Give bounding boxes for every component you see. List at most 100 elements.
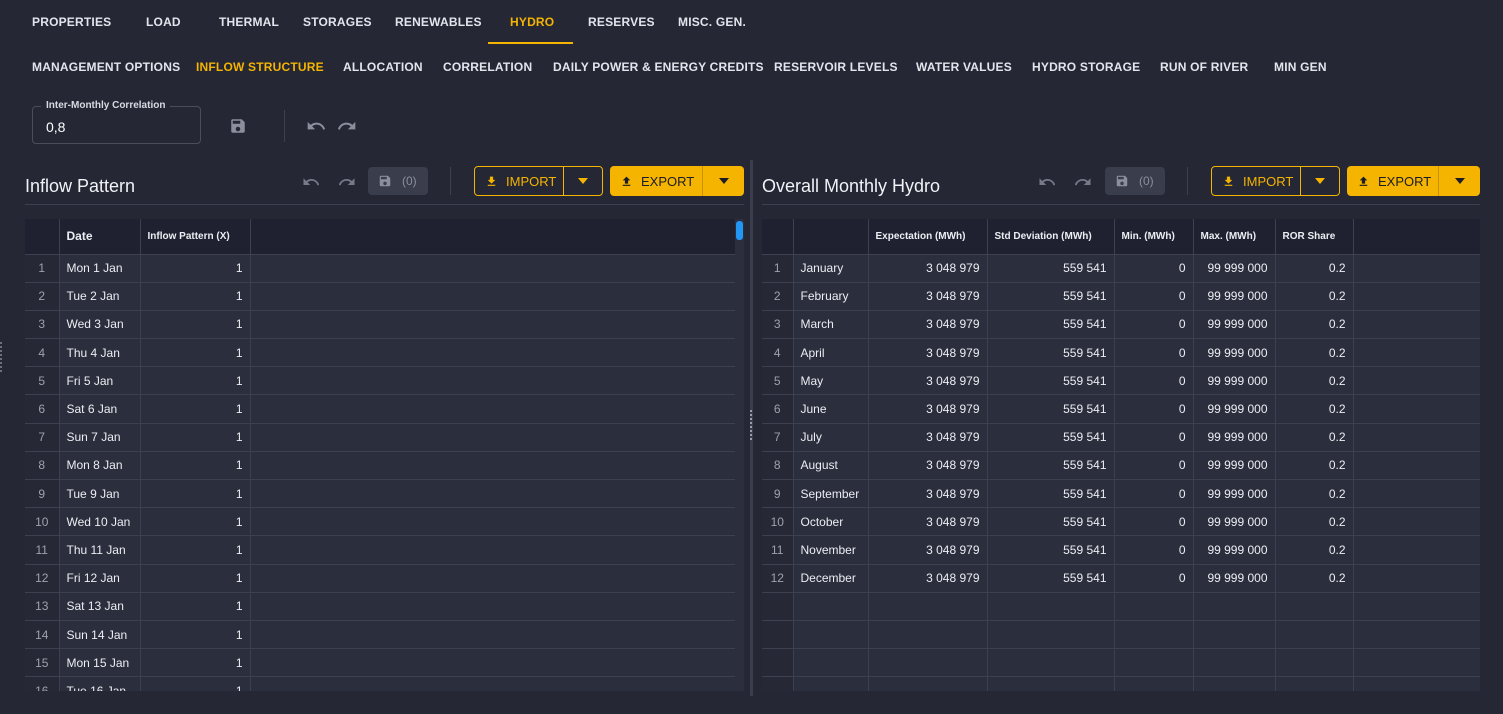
expectation-cell[interactable]: 3 048 979 (868, 451, 988, 481)
subtab-correlation[interactable]: CORRELATION (443, 60, 532, 74)
min-cell[interactable]: 0 (1114, 366, 1194, 396)
redo-icon[interactable] (335, 114, 359, 138)
subtab-management-options[interactable]: MANAGEMENT OPTIONS (32, 60, 180, 74)
inflow-pattern-cell[interactable]: 1 (140, 648, 251, 678)
subtab-run-of-river[interactable]: RUN OF RIVER (1160, 60, 1248, 74)
undo-icon[interactable] (304, 114, 328, 138)
expectation-cell[interactable]: 3 048 979 (868, 366, 988, 396)
min-cell[interactable]: 0 (1114, 451, 1194, 481)
std-deviation-cell[interactable]: 559 541 (987, 479, 1115, 509)
max-cell[interactable]: 99 999 000 (1193, 535, 1276, 565)
inflow-pattern-cell[interactable]: 1 (140, 423, 251, 452)
date-cell[interactable]: Fri 5 Jan (59, 366, 141, 396)
save-changes-button[interactable]: (0) (1105, 167, 1165, 195)
inflow-pattern-cell[interactable]: 1 (140, 479, 251, 509)
std-deviation-cell[interactable]: 559 541 (987, 338, 1115, 368)
std-deviation-cell[interactable]: 559 541 (987, 310, 1115, 340)
column-header-min[interactable]: Min. (MWh) (1114, 219, 1194, 255)
import-menu-toggle[interactable] (1300, 167, 1339, 195)
tab-thermal[interactable]: THERMAL (219, 15, 279, 29)
date-cell[interactable]: Mon 1 Jan (59, 254, 141, 283)
max-cell[interactable]: 99 999 000 (1193, 338, 1276, 368)
tab-properties[interactable]: PROPERTIES (32, 15, 111, 29)
date-cell[interactable]: Thu 11 Jan (59, 535, 141, 565)
vertical-scrollbar[interactable] (735, 219, 744, 691)
max-cell[interactable]: 99 999 000 (1193, 366, 1276, 396)
std-deviation-cell[interactable]: 559 541 (987, 282, 1115, 311)
inflow-pattern-cell[interactable]: 1 (140, 366, 251, 396)
column-header-std-deviation[interactable]: Std Deviation (MWh) (987, 219, 1115, 255)
inflow-pattern-cell[interactable]: 1 (140, 310, 251, 340)
month-cell[interactable]: June (793, 394, 869, 424)
export-button[interactable]: EXPORT (1347, 166, 1480, 196)
correlation-input[interactable] (46, 119, 186, 135)
min-cell[interactable]: 0 (1114, 394, 1194, 424)
redo-icon[interactable] (1072, 171, 1094, 193)
expectation-cell[interactable]: 3 048 979 (868, 423, 988, 452)
expectation-cell[interactable]: 3 048 979 (868, 254, 988, 283)
subtab-min-gen[interactable]: MIN GEN (1274, 60, 1327, 74)
ror-share-cell[interactable]: 0.2 (1275, 338, 1354, 368)
scrollbar-thumb[interactable] (736, 221, 743, 240)
splitter-handle[interactable] (750, 410, 753, 442)
column-header-expectation[interactable]: Expectation (MWh) (868, 219, 988, 255)
import-main[interactable]: IMPORT (1212, 167, 1300, 195)
date-cell[interactable]: Sat 6 Jan (59, 394, 141, 424)
inflow-pattern-cell[interactable]: 1 (140, 564, 251, 593)
max-cell[interactable]: 99 999 000 (1193, 507, 1276, 537)
inflow-pattern-cell[interactable]: 1 (140, 620, 251, 650)
max-cell[interactable]: 99 999 000 (1193, 282, 1276, 311)
inflow-pattern-cell[interactable]: 1 (140, 507, 251, 537)
sidebar-resize-handle[interactable] (0, 342, 2, 374)
max-cell[interactable]: 99 999 000 (1193, 310, 1276, 340)
std-deviation-cell[interactable]: 559 541 (987, 394, 1115, 424)
expectation-cell[interactable]: 3 048 979 (868, 338, 988, 368)
ror-share-cell[interactable]: 0.2 (1275, 535, 1354, 565)
date-cell[interactable]: Thu 4 Jan (59, 338, 141, 368)
subtab-water-values[interactable]: WATER VALUES (916, 60, 1012, 74)
tab-renewables[interactable]: RENEWABLES (395, 15, 482, 29)
subtab-daily-power-energy-credits[interactable]: DAILY POWER & ENERGY CREDITS (553, 60, 764, 74)
std-deviation-cell[interactable]: 559 541 (987, 535, 1115, 565)
min-cell[interactable]: 0 (1114, 423, 1194, 452)
date-cell[interactable]: Sat 13 Jan (59, 592, 141, 621)
column-header-ror-share[interactable]: ROR Share (1275, 219, 1354, 255)
subtab-inflow-structure[interactable]: INFLOW STRUCTURE (196, 60, 324, 74)
date-cell[interactable]: Wed 10 Jan (59, 507, 141, 537)
column-header-date[interactable]: Date (59, 219, 141, 255)
column-header-month[interactable] (793, 219, 869, 255)
undo-icon[interactable] (300, 171, 322, 193)
inflow-pattern-cell[interactable]: 1 (140, 338, 251, 368)
month-cell[interactable]: August (793, 451, 869, 481)
date-cell[interactable]: Mon 15 Jan (59, 648, 141, 678)
import-button[interactable]: IMPORT (1211, 166, 1340, 196)
tab-misc-gen[interactable]: MISC. GEN. (678, 15, 746, 29)
month-cell[interactable]: December (793, 564, 869, 593)
inflow-pattern-cell[interactable]: 1 (140, 451, 251, 481)
date-cell[interactable]: Mon 8 Jan (59, 451, 141, 481)
std-deviation-cell[interactable]: 559 541 (987, 507, 1115, 537)
import-button[interactable]: IMPORT (474, 166, 603, 196)
subtab-allocation[interactable]: ALLOCATION (343, 60, 423, 74)
max-cell[interactable]: 99 999 000 (1193, 564, 1276, 593)
date-cell[interactable]: Sun 14 Jan (59, 620, 141, 650)
date-cell[interactable]: Fri 12 Jan (59, 564, 141, 593)
inflow-pattern-cell[interactable]: 1 (140, 282, 251, 311)
undo-icon[interactable] (1036, 171, 1058, 193)
save-icon[interactable] (226, 114, 250, 138)
month-cell[interactable]: January (793, 254, 869, 283)
month-cell[interactable]: November (793, 535, 869, 565)
max-cell[interactable]: 99 999 000 (1193, 254, 1276, 283)
max-cell[interactable]: 99 999 000 (1193, 394, 1276, 424)
month-cell[interactable]: July (793, 423, 869, 452)
expectation-cell[interactable]: 3 048 979 (868, 564, 988, 593)
expectation-cell[interactable]: 3 048 979 (868, 310, 988, 340)
export-main[interactable]: EXPORT (1347, 166, 1438, 196)
expectation-cell[interactable]: 3 048 979 (868, 282, 988, 311)
ror-share-cell[interactable]: 0.2 (1275, 254, 1354, 283)
min-cell[interactable]: 0 (1114, 282, 1194, 311)
min-cell[interactable]: 0 (1114, 310, 1194, 340)
ror-share-cell[interactable]: 0.2 (1275, 282, 1354, 311)
month-cell[interactable]: October (793, 507, 869, 537)
ror-share-cell[interactable]: 0.2 (1275, 451, 1354, 481)
